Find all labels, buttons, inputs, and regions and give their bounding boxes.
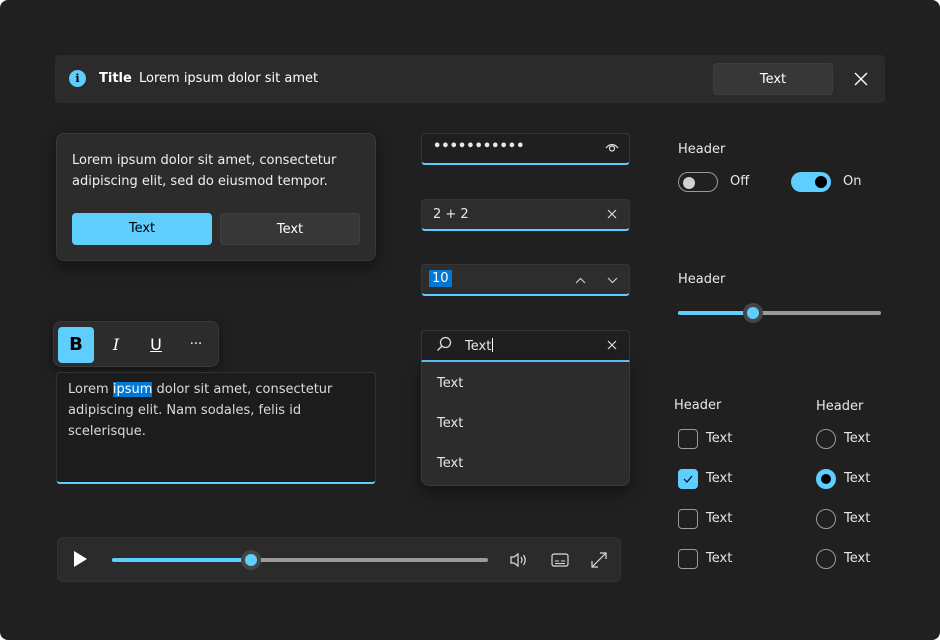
info-bar: i Title Lorem ipsum dolor sit amet Text: [55, 55, 885, 103]
bold-button[interactable]: B: [58, 327, 94, 363]
expression-field[interactable]: 2 + 2: [421, 199, 630, 231]
toggle-label: Off: [730, 174, 749, 189]
captions-button[interactable]: [549, 549, 571, 571]
fullscreen-icon: [588, 549, 610, 571]
password-field[interactable]: •••••••••••: [421, 133, 630, 165]
format-toolbar: B I U ···: [53, 321, 219, 367]
radio-button[interactable]: [816, 429, 836, 449]
toggle-switch-off[interactable]: [678, 172, 718, 192]
flyout-secondary-button[interactable]: Text: [220, 213, 360, 245]
rich-edit-text: Lorem ipsum dolor sit amet, consectetur …: [68, 379, 368, 442]
toggle-header: Header: [678, 142, 725, 157]
radio-group-header: Header: [816, 399, 863, 414]
radio-button[interactable]: [816, 509, 836, 529]
media-progress-thumb[interactable]: [241, 550, 261, 570]
radio-label: Text: [844, 511, 870, 526]
checkbox[interactable]: [678, 469, 698, 489]
checkbox-group-header: Header: [674, 398, 721, 413]
search-input[interactable]: Text: [421, 330, 630, 362]
slider-header: Header: [678, 272, 725, 287]
radio-label: Text: [844, 551, 870, 566]
flyout-body: Lorem ipsum dolor sit amet, consectetur …: [72, 150, 362, 192]
number-value: 10: [429, 270, 452, 287]
selected-text: ipsum: [113, 382, 153, 397]
expression-value: 2 + 2: [433, 207, 469, 222]
rich-edit-box[interactable]: Lorem ipsum dolor sit amet, consectetur …: [56, 372, 376, 484]
media-transport-controls: [57, 537, 621, 582]
more-options-button[interactable]: ···: [178, 327, 214, 363]
search-clear-button[interactable]: [602, 336, 622, 356]
search-suggestions: Text Text Text: [421, 362, 630, 486]
reveal-password-button[interactable]: [602, 139, 622, 159]
search-value: Text: [465, 338, 493, 354]
italic-button[interactable]: I: [98, 327, 134, 363]
eye-icon: [605, 141, 619, 153]
media-progress-fill: [112, 558, 251, 562]
checkbox[interactable]: [678, 429, 698, 449]
checkbox-label: Text: [706, 471, 732, 486]
fullscreen-button[interactable]: [588, 549, 610, 571]
underline-button[interactable]: U: [138, 327, 174, 363]
clear-button[interactable]: [602, 205, 622, 225]
checkbox-label: Text: [706, 551, 732, 566]
radio-label: Text: [844, 471, 870, 486]
volume-button[interactable]: [508, 549, 530, 571]
radio-button[interactable]: [816, 469, 836, 489]
decrement-button[interactable]: [602, 270, 622, 290]
chevron-up-icon: [575, 277, 586, 284]
info-bar-title: Title: [99, 71, 132, 86]
password-value: •••••••••••: [433, 139, 524, 154]
checkbox[interactable]: [678, 549, 698, 569]
checkbox-label: Text: [706, 511, 732, 526]
checkmark-icon: [679, 470, 697, 488]
toggle-switch-on[interactable]: [791, 172, 831, 192]
flyout-primary-button[interactable]: Text: [72, 213, 212, 245]
slider-fill: [678, 311, 753, 315]
suggestion-item[interactable]: Text: [437, 376, 463, 391]
radio-button[interactable]: [816, 549, 836, 569]
play-icon[interactable]: [74, 551, 87, 567]
increment-button[interactable]: [570, 270, 590, 290]
info-bar-action-button[interactable]: Text: [713, 63, 833, 95]
gallery-window: i Title Lorem ipsum dolor sit amet Text …: [0, 0, 940, 640]
info-bar-close-button[interactable]: [850, 67, 872, 91]
chevron-down-icon: [607, 277, 618, 284]
suggestion-item[interactable]: Text: [437, 456, 463, 471]
volume-icon: [508, 549, 530, 571]
info-icon: i: [69, 70, 86, 87]
close-icon: [607, 340, 617, 350]
checkbox-label: Text: [706, 431, 732, 446]
flyout: Lorem ipsum dolor sit amet, consectetur …: [56, 133, 376, 261]
info-bar-message: Lorem ipsum dolor sit amet: [139, 71, 318, 86]
close-icon: [607, 209, 617, 219]
toggle-label: On: [843, 174, 861, 189]
radio-label: Text: [844, 431, 870, 446]
slider-thumb[interactable]: [743, 303, 763, 323]
suggestion-item[interactable]: Text: [437, 416, 463, 431]
close-icon: [854, 72, 868, 86]
closed-captions-icon: [549, 549, 571, 571]
number-box[interactable]: 10: [421, 264, 630, 296]
search-icon: [434, 336, 454, 356]
checkbox[interactable]: [678, 509, 698, 529]
